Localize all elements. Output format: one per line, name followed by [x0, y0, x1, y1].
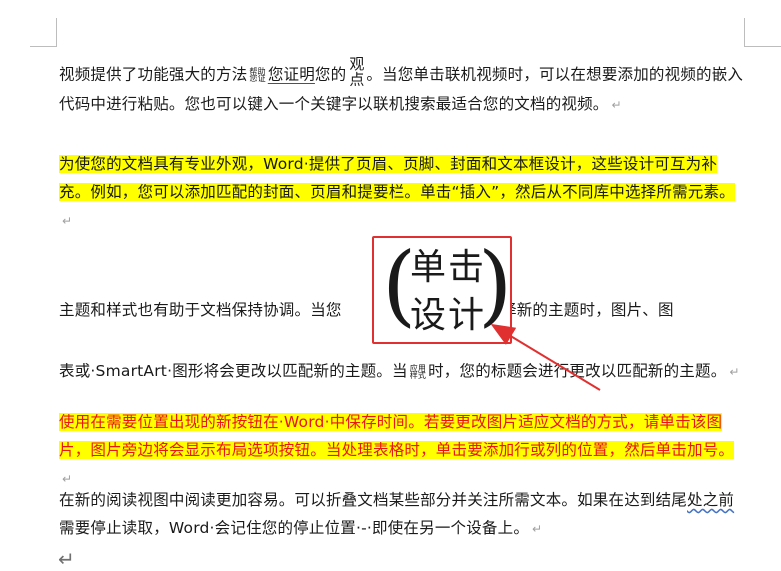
paragraph-mark: ↵	[532, 522, 543, 536]
paragraph-reading-view[interactable]: 在新的阅读视图中阅读更加容易。可以折叠文档某些部分并关注所需文本。如果在达到结尾…	[59, 486, 745, 543]
end-paragraph-mark: ↵	[58, 547, 75, 571]
p5-text-before: 在新的阅读视图中阅读更加容易。可以折叠文档某些部分并关注所需文本。如果在达到结尾	[59, 491, 688, 509]
paragraph-new-buttons[interactable]: 使用在需要位置出现的新按钮在·Word·中保存时间。若要更改图片适应文档的方式，…	[59, 408, 745, 493]
p5-squiggle-text: 处之前	[687, 491, 735, 509]
paragraph-mark: ↵	[62, 472, 73, 486]
p5-text-after: 需要停止读取，Word·会记住您的停止位置·-·即使在另一个设备上。	[59, 519, 530, 537]
p4-highlighted-text: 使用在需要位置出现的新按钮在·Word·中保存时间。若要更改图片适应文档的方式，…	[59, 413, 735, 459]
